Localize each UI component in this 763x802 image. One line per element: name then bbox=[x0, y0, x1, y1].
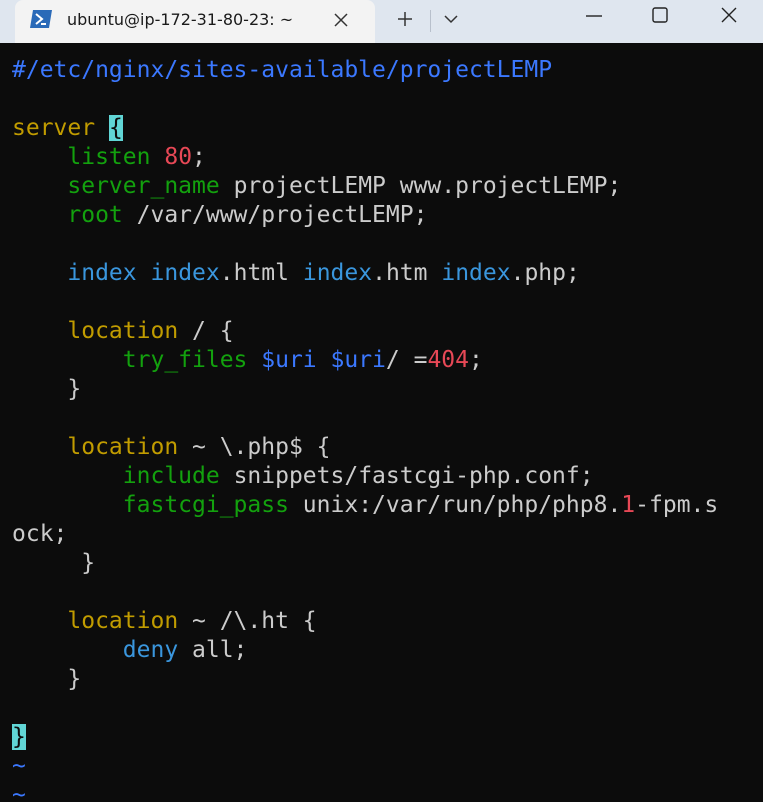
editor-line: index index.html index.htm index.php; bbox=[12, 259, 718, 288]
text: / = bbox=[385, 347, 428, 373]
close-window-button[interactable] bbox=[697, 0, 761, 32]
editor-line: listen 80; bbox=[12, 143, 718, 172]
editor-line: } bbox=[12, 723, 718, 752]
terminal-pane[interactable]: #/etc/nginx/sites-available/projectLEMP … bbox=[0, 43, 763, 802]
chevron-down-icon[interactable] bbox=[438, 6, 464, 32]
text: .html bbox=[219, 260, 303, 286]
text bbox=[317, 347, 331, 373]
text-cursor: } bbox=[12, 724, 26, 750]
editor-line: server { bbox=[12, 114, 718, 143]
keyword: server bbox=[12, 115, 96, 141]
file-path-comment: #/etc/nginx/sites-available/projectLEMP bbox=[12, 57, 553, 83]
editor-line: } bbox=[12, 376, 82, 402]
variable: $uri bbox=[261, 347, 317, 373]
minimize-icon bbox=[586, 15, 602, 17]
text: /var/www/projectLEMP; bbox=[122, 202, 428, 228]
editor-line: location ~ /\.ht { bbox=[12, 607, 718, 636]
text: unix:/var/run/php/php8. bbox=[288, 492, 622, 518]
plus-icon[interactable] bbox=[392, 6, 418, 32]
editor-line: location / { bbox=[12, 317, 718, 346]
text: snippets/fastcgi-php.conf; bbox=[219, 463, 594, 489]
builtin: index bbox=[150, 260, 220, 286]
editor-line: deny all; bbox=[12, 636, 718, 665]
editor-line: } bbox=[12, 550, 96, 576]
text: ~ /\.ht { bbox=[178, 608, 317, 634]
terminal-tab[interactable]: ubuntu@ip-172-31-80-23: ~ bbox=[15, 0, 375, 43]
tab-divider bbox=[430, 10, 431, 32]
tab-title: ubuntu@ip-172-31-80-23: ~ bbox=[67, 10, 294, 29]
text: .php; bbox=[510, 260, 580, 286]
editor-line: try_files $uri $uri/ =404; bbox=[12, 346, 718, 375]
empty-line-marker: ~ bbox=[12, 753, 26, 779]
editor-line: root /var/www/projectLEMP; bbox=[12, 201, 718, 230]
builtin: index bbox=[67, 260, 137, 286]
text: / { bbox=[178, 318, 234, 344]
editor-line: } bbox=[12, 666, 82, 692]
text bbox=[247, 347, 261, 373]
text bbox=[137, 260, 151, 286]
editor-line-empty bbox=[12, 578, 718, 607]
directive: include bbox=[122, 463, 220, 489]
matching-brace-open: { bbox=[108, 115, 123, 141]
builtin: deny bbox=[122, 637, 179, 663]
number: 80 bbox=[164, 144, 193, 170]
editor-line: location ~ \.php$ { bbox=[12, 433, 718, 462]
editor-line: ock; bbox=[12, 521, 68, 547]
variable: $uri bbox=[330, 347, 386, 373]
title-bar: ubuntu@ip-172-31-80-23: ~ bbox=[0, 0, 763, 43]
editor-line-empty bbox=[12, 230, 718, 259]
editor-line-empty bbox=[12, 85, 718, 114]
powershell-icon bbox=[29, 9, 53, 29]
directive: fastcgi_pass bbox=[122, 492, 289, 518]
keyword: location bbox=[67, 434, 179, 460]
maximize-button[interactable] bbox=[628, 0, 692, 32]
text: ; bbox=[192, 144, 206, 170]
directive: try_files bbox=[122, 347, 248, 373]
directive: root bbox=[67, 202, 123, 228]
builtin: index bbox=[441, 260, 511, 286]
close-tab-icon[interactable] bbox=[328, 7, 354, 33]
close-icon bbox=[721, 7, 737, 23]
text: ; bbox=[469, 347, 483, 373]
minimize-button[interactable] bbox=[562, 0, 626, 32]
text: ~ \.php$ { bbox=[178, 434, 331, 460]
editor-buffer[interactable]: #/etc/nginx/sites-available/projectLEMP … bbox=[12, 56, 718, 802]
text: -fpm.s bbox=[635, 492, 719, 518]
text: all; bbox=[178, 637, 248, 663]
maximize-icon bbox=[652, 7, 668, 23]
keyword: location bbox=[67, 318, 179, 344]
keyword: location bbox=[67, 608, 179, 634]
directive: server_name bbox=[67, 173, 220, 199]
editor-line-empty bbox=[12, 694, 718, 723]
text: projectLEMP www.projectLEMP; bbox=[219, 173, 622, 199]
empty-line-marker: ~ bbox=[12, 782, 26, 802]
editor-line-empty bbox=[12, 404, 718, 433]
builtin: index bbox=[302, 260, 373, 286]
editor-line: #/etc/nginx/sites-available/projectLEMP bbox=[12, 56, 718, 85]
text: .htm bbox=[372, 260, 442, 286]
editor-line: server_name projectLEMP www.projectLEMP; bbox=[12, 172, 718, 201]
terminal-window: ubuntu@ip-172-31-80-23: ~ #/etc/nginx/si… bbox=[0, 0, 763, 802]
editor-line-empty bbox=[12, 288, 718, 317]
number: 404 bbox=[427, 347, 469, 373]
number: 1 bbox=[621, 492, 636, 518]
editor-line: include snippets/fastcgi-php.conf; bbox=[12, 462, 718, 491]
editor-line: fastcgi_pass unix:/var/run/php/php8.1-fp… bbox=[12, 491, 718, 520]
directive: listen bbox=[67, 144, 151, 170]
